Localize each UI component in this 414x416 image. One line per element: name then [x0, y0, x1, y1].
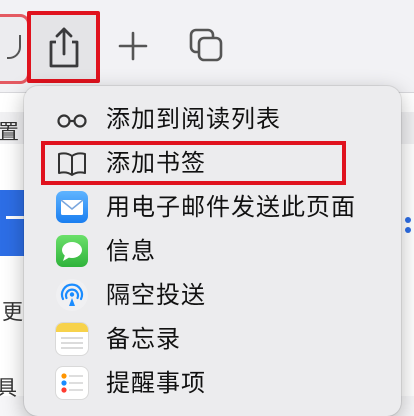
reminders-icon: [56, 367, 88, 399]
share-menu: 添加到阅读列表 添加书签 用电子邮件发送此页面 信息 隔空投送 备忘录 提醒事项: [24, 86, 401, 416]
menu-item-messages[interactable]: 信息: [24, 229, 401, 273]
share-button[interactable]: [27, 11, 100, 83]
background-dots-icon: [405, 217, 411, 233]
tabs-icon: [189, 28, 223, 62]
highlight-annotation: [41, 141, 346, 185]
new-tab-button[interactable]: [115, 28, 151, 64]
menu-item-label: 隔空投送: [106, 281, 206, 309]
share-icon: [49, 27, 79, 68]
menu-item-label: 添加到阅读列表: [106, 105, 281, 133]
menu-item-airdrop[interactable]: 隔空投送: [24, 273, 401, 317]
messages-icon: [56, 235, 88, 267]
menu-item-label: 提醒事项: [106, 369, 206, 397]
toolbar: [0, 0, 414, 92]
menu-item-add-to-reading-list[interactable]: 添加到阅读列表: [24, 97, 401, 141]
reader-button[interactable]: [0, 14, 30, 84]
glasses-icon: [57, 114, 87, 128]
menu-item-label: 信息: [106, 237, 156, 265]
tab-overview-button[interactable]: [187, 26, 227, 66]
menu-item-reminders[interactable]: 提醒事项: [24, 361, 401, 405]
background-text: 更: [2, 300, 23, 324]
menu-item-notes[interactable]: 备忘录: [24, 317, 401, 361]
menu-item-label: 备忘录: [106, 325, 181, 353]
plus-icon: [118, 31, 148, 61]
background-text: 置: [0, 120, 19, 144]
menu-item-email-page[interactable]: 用电子邮件发送此页面: [24, 185, 401, 229]
notes-icon: [56, 323, 88, 355]
menu-item-label: 用电子邮件发送此页面: [106, 193, 356, 221]
mail-icon: [56, 191, 88, 223]
reader-icon: [7, 35, 21, 59]
airdrop-icon: [56, 279, 88, 311]
background-text: 具: [0, 376, 17, 400]
